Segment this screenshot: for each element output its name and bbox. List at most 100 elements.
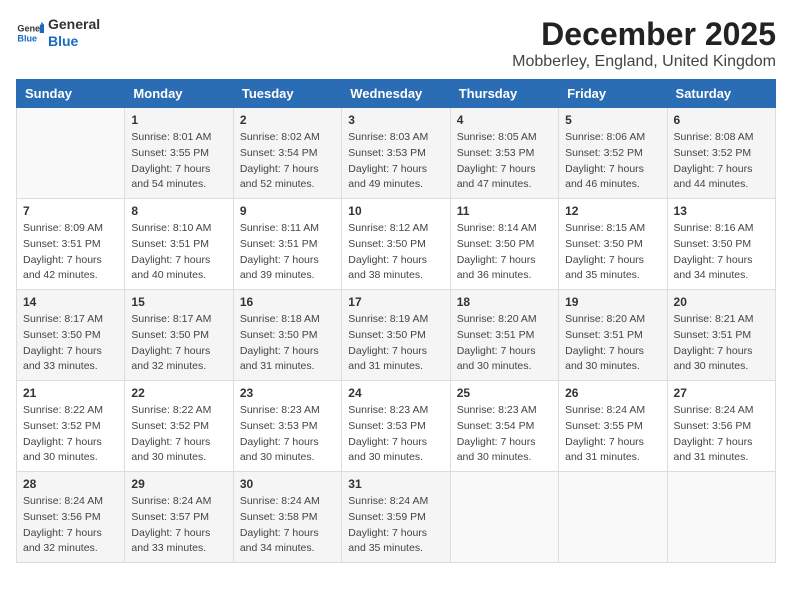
day-number: 24 xyxy=(348,386,443,400)
day-info: Sunrise: 8:11 AMSunset: 3:51 PMDaylight:… xyxy=(240,221,335,284)
calendar-cell: 24 Sunrise: 8:23 AMSunset: 3:53 PMDayligh… xyxy=(342,381,450,472)
header-cell-saturday: Saturday xyxy=(667,80,775,108)
header-row: SundayMondayTuesdayWednesdayThursdayFrid… xyxy=(17,80,776,108)
calendar-cell: 28 Sunrise: 8:24 AMSunset: 3:56 PMDayligh… xyxy=(17,472,125,563)
header-cell-sunday: Sunday xyxy=(17,80,125,108)
day-info: Sunrise: 8:18 AMSunset: 3:50 PMDaylight:… xyxy=(240,312,335,375)
header-cell-tuesday: Tuesday xyxy=(233,80,341,108)
calendar-cell: 31 Sunrise: 8:24 AMSunset: 3:59 PMDayligh… xyxy=(342,472,450,563)
day-number: 10 xyxy=(348,204,443,218)
day-info: Sunrise: 8:24 AMSunset: 3:56 PMDaylight:… xyxy=(23,494,118,557)
day-info: Sunrise: 8:22 AMSunset: 3:52 PMDaylight:… xyxy=(131,403,226,466)
day-info: Sunrise: 8:20 AMSunset: 3:51 PMDaylight:… xyxy=(457,312,552,375)
header-cell-friday: Friday xyxy=(559,80,667,108)
day-number: 4 xyxy=(457,113,552,127)
day-info: Sunrise: 8:23 AMSunset: 3:53 PMDaylight:… xyxy=(348,403,443,466)
day-number: 9 xyxy=(240,204,335,218)
calendar-week-4: 21 Sunrise: 8:22 AMSunset: 3:52 PMDayligh… xyxy=(17,381,776,472)
calendar-cell: 27 Sunrise: 8:24 AMSunset: 3:56 PMDayligh… xyxy=(667,381,775,472)
calendar-cell: 1Sunrise: 8:01 AMSunset: 3:55 PMDaylight… xyxy=(125,108,233,199)
calendar-cell: 9 Sunrise: 8:11 AMSunset: 3:51 PMDaylight… xyxy=(233,199,341,290)
calendar-cell: 2Sunrise: 8:02 AMSunset: 3:54 PMDaylight… xyxy=(233,108,341,199)
day-info: Sunrise: 8:23 AMSunset: 3:54 PMDaylight:… xyxy=(457,403,552,466)
day-info: Sunrise: 8:10 AMSunset: 3:51 PMDaylight:… xyxy=(131,221,226,284)
calendar-cell: 4 Sunrise: 8:05 AMSunset: 3:53 PMDaylight… xyxy=(450,108,558,199)
day-info: Sunrise: 8:24 AMSunset: 3:58 PMDaylight:… xyxy=(240,494,335,557)
day-number: 18 xyxy=(457,295,552,309)
calendar-cell: 8 Sunrise: 8:10 AMSunset: 3:51 PMDaylight… xyxy=(125,199,233,290)
day-number: 12 xyxy=(565,204,660,218)
calendar-week-3: 14 Sunrise: 8:17 AMSunset: 3:50 PMDayligh… xyxy=(17,290,776,381)
day-info: Sunrise: 8:03 AMSunset: 3:53 PMDaylight:… xyxy=(348,130,443,193)
day-number: 31 xyxy=(348,477,443,491)
day-info: Sunrise: 8:06 AMSunset: 3:52 PMDaylight:… xyxy=(565,130,660,193)
day-info: Sunrise: 8:09 AMSunset: 3:51 PMDaylight:… xyxy=(23,221,118,284)
calendar-title: December 2025 xyxy=(512,16,776,53)
calendar-cell: 16Sunrise: 8:18 AMSunset: 3:50 PMDayligh… xyxy=(233,290,341,381)
calendar-week-1: 1Sunrise: 8:01 AMSunset: 3:55 PMDaylight… xyxy=(17,108,776,199)
calendar-cell: 18 Sunrise: 8:20 AMSunset: 3:51 PMDayligh… xyxy=(450,290,558,381)
calendar-cell xyxy=(17,108,125,199)
calendar-cell: 21 Sunrise: 8:22 AMSunset: 3:52 PMDayligh… xyxy=(17,381,125,472)
calendar-cell: 15 Sunrise: 8:17 AMSunset: 3:50 PMDayligh… xyxy=(125,290,233,381)
calendar-cell: 17Sunrise: 8:19 AMSunset: 3:50 PMDayligh… xyxy=(342,290,450,381)
day-number: 23 xyxy=(240,386,335,400)
calendar-cell: 26 Sunrise: 8:24 AMSunset: 3:55 PMDayligh… xyxy=(559,381,667,472)
day-number: 29 xyxy=(131,477,226,491)
calendar-subtitle: Mobberley, England, United Kingdom xyxy=(512,53,776,71)
day-info: Sunrise: 8:19 AMSunset: 3:50 PMDaylight:… xyxy=(348,312,443,375)
day-info: Sunrise: 8:24 AMSunset: 3:57 PMDaylight:… xyxy=(131,494,226,557)
calendar-cell: 5 Sunrise: 8:06 AMSunset: 3:52 PMDaylight… xyxy=(559,108,667,199)
header-cell-wednesday: Wednesday xyxy=(342,80,450,108)
calendar-week-2: 7Sunrise: 8:09 AMSunset: 3:51 PMDaylight… xyxy=(17,199,776,290)
day-number: 28 xyxy=(23,477,118,491)
day-number: 6 xyxy=(674,113,769,127)
day-info: Sunrise: 8:22 AMSunset: 3:52 PMDaylight:… xyxy=(23,403,118,466)
header-cell-thursday: Thursday xyxy=(450,80,558,108)
calendar-cell: 22 Sunrise: 8:22 AMSunset: 3:52 PMDayligh… xyxy=(125,381,233,472)
calendar-cell: 12 Sunrise: 8:15 AMSunset: 3:50 PMDayligh… xyxy=(559,199,667,290)
day-number: 13 xyxy=(674,204,769,218)
day-number: 1 xyxy=(131,113,226,127)
calendar-cell: 29 Sunrise: 8:24 AMSunset: 3:57 PMDayligh… xyxy=(125,472,233,563)
calendar-cell: 7Sunrise: 8:09 AMSunset: 3:51 PMDaylight… xyxy=(17,199,125,290)
day-info: Sunrise: 8:21 AMSunset: 3:51 PMDaylight:… xyxy=(674,312,769,375)
day-info: Sunrise: 8:12 AMSunset: 3:50 PMDaylight:… xyxy=(348,221,443,284)
calendar-cell: 25Sunrise: 8:23 AMSunset: 3:54 PMDayligh… xyxy=(450,381,558,472)
page-header: General Blue General Blue December 2025 … xyxy=(16,16,776,71)
logo-line1: General xyxy=(48,16,100,32)
day-info: Sunrise: 8:17 AMSunset: 3:50 PMDaylight:… xyxy=(131,312,226,375)
calendar-cell: 19Sunrise: 8:20 AMSunset: 3:51 PMDayligh… xyxy=(559,290,667,381)
day-number: 8 xyxy=(131,204,226,218)
calendar-cell: 23 Sunrise: 8:23 AMSunset: 3:53 PMDayligh… xyxy=(233,381,341,472)
calendar-cell xyxy=(667,472,775,563)
day-number: 11 xyxy=(457,204,552,218)
day-info: Sunrise: 8:15 AMSunset: 3:50 PMDaylight:… xyxy=(565,221,660,284)
calendar-body: 1Sunrise: 8:01 AMSunset: 3:55 PMDaylight… xyxy=(17,108,776,563)
day-info: Sunrise: 8:24 AMSunset: 3:55 PMDaylight:… xyxy=(565,403,660,466)
calendar-table: SundayMondayTuesdayWednesdayThursdayFrid… xyxy=(16,79,776,563)
day-number: 5 xyxy=(565,113,660,127)
day-info: Sunrise: 8:05 AMSunset: 3:53 PMDaylight:… xyxy=(457,130,552,193)
day-info: Sunrise: 8:24 AMSunset: 3:56 PMDaylight:… xyxy=(674,403,769,466)
day-number: 19 xyxy=(565,295,660,309)
day-number: 2 xyxy=(240,113,335,127)
calendar-cell: 6 Sunrise: 8:08 AMSunset: 3:52 PMDaylight… xyxy=(667,108,775,199)
calendar-cell: 20Sunrise: 8:21 AMSunset: 3:51 PMDayligh… xyxy=(667,290,775,381)
day-info: Sunrise: 8:16 AMSunset: 3:50 PMDaylight:… xyxy=(674,221,769,284)
day-number: 15 xyxy=(131,295,226,309)
calendar-cell xyxy=(559,472,667,563)
logo-line2: Blue xyxy=(48,33,78,49)
day-number: 14 xyxy=(23,295,118,309)
day-info: Sunrise: 8:08 AMSunset: 3:52 PMDaylight:… xyxy=(674,130,769,193)
calendar-cell: 14Sunrise: 8:17 AMSunset: 3:50 PMDayligh… xyxy=(17,290,125,381)
day-number: 22 xyxy=(131,386,226,400)
day-number: 21 xyxy=(23,386,118,400)
day-number: 27 xyxy=(674,386,769,400)
calendar-cell: 13 Sunrise: 8:16 AMSunset: 3:50 PMDayligh… xyxy=(667,199,775,290)
day-info: Sunrise: 8:23 AMSunset: 3:53 PMDaylight:… xyxy=(240,403,335,466)
title-block: December 2025 Mobberley, England, United… xyxy=(512,16,776,71)
day-number: 26 xyxy=(565,386,660,400)
day-number: 3 xyxy=(348,113,443,127)
day-info: Sunrise: 8:24 AMSunset: 3:59 PMDaylight:… xyxy=(348,494,443,557)
